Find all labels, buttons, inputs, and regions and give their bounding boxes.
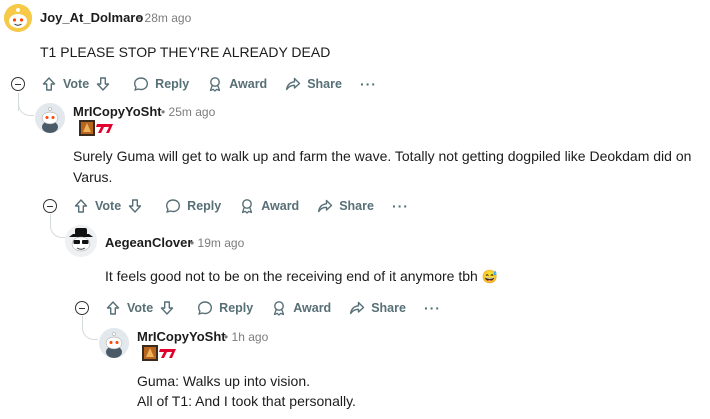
award-button[interactable]: Award [239,198,299,214]
snoo-avatar-icon [35,103,65,133]
share-button[interactable]: Share [285,76,342,92]
comment-author[interactable]: MrICopyYoSht [73,104,162,119]
award-icon [242,199,253,214]
comment-actions: Vote Reply Award Share ··· [41,72,377,96]
reply-label: Reply [155,77,190,91]
comment-body: T1 PLEASE STOP THEY'RE ALREADY DEAD [40,44,331,60]
avatar[interactable] [65,225,97,257]
upvote-icon[interactable] [73,198,89,214]
collapse-thread-button[interactable] [11,77,25,91]
reply-icon [166,199,181,214]
downvote-icon[interactable] [127,198,143,214]
reply-button[interactable]: Reply [133,76,189,92]
share-label: Share [371,301,406,315]
thread-curve-2 [50,222,66,238]
user-flair [79,120,119,136]
thread-curve-3 [82,324,98,340]
downvote-icon[interactable] [95,76,111,92]
share-icon [286,77,301,91]
comment-author[interactable]: Joy_At_Dolmaro [40,10,143,25]
reply-button[interactable]: Reply [197,300,253,316]
comment-timestamp: • 25m ago [161,105,216,119]
award-label: Award [229,77,268,91]
award-button[interactable]: Award [271,300,331,316]
award-icon [274,301,285,316]
share-icon [350,301,365,315]
comment-author[interactable]: AegeanClover [105,235,192,250]
comment-timestamp: • 28m ago [137,11,192,25]
share-button[interactable]: Share [349,300,406,316]
comment-body-line: Guma: Walks up into vision. [137,373,310,389]
user-flair [142,345,182,361]
avatar[interactable] [99,328,129,358]
comment-body: Surely Guma will get to walk up and farm… [73,148,692,185]
comment-author[interactable]: MrICopyYoSht [137,329,226,344]
snoo-avatar-icon [65,225,97,257]
more-options-button[interactable]: ··· [424,300,441,316]
more-options-button[interactable]: ··· [392,198,409,214]
downvote-icon[interactable] [159,300,175,316]
vote-group: Vote [73,198,143,214]
reply-button[interactable]: Reply [165,198,221,214]
snoo-avatar-icon [4,4,32,32]
award-label: Award [293,301,332,315]
vote-label: Vote [63,77,90,91]
award-label: Award [261,199,300,213]
vote-label: Vote [127,301,154,315]
avatar[interactable] [4,4,32,32]
comment-actions: Vote Reply Award Share ··· [73,194,409,218]
more-options-button[interactable]: ··· [360,76,377,92]
comment-text: It feels good not to be on the receiving… [105,268,478,284]
t1-flair-icon [79,120,113,136]
award-icon [210,77,221,92]
t1-flair-icon [142,345,176,361]
upvote-icon[interactable] [41,76,57,92]
upvote-icon[interactable] [105,300,121,316]
avatar[interactable] [35,103,65,133]
sweat-smile-emoji-icon: 😅 [481,269,498,284]
reply-icon [134,77,149,92]
share-label: Share [339,199,374,213]
comment-body: It feels good not to be on the receiving… [105,266,498,287]
share-label: Share [307,77,342,91]
thread-curve-1 [18,100,34,116]
comment-actions: Vote Reply Award Share ··· [105,296,441,320]
reply-icon [198,301,213,316]
share-icon [318,199,333,213]
vote-group: Vote [41,76,111,92]
collapse-thread-button[interactable] [75,301,89,315]
share-button[interactable]: Share [317,198,374,214]
snoo-avatar-icon [99,328,129,358]
vote-group: Vote [105,300,175,316]
reply-label: Reply [219,301,254,315]
comment-timestamp: • 19m ago [190,236,245,250]
reply-label: Reply [187,199,222,213]
comment-body-line: All of T1: And I took that personally. [137,393,356,409]
comment-timestamp: • 1h ago [224,330,269,344]
collapse-thread-button[interactable] [43,199,57,213]
vote-label: Vote [95,199,122,213]
award-button[interactable]: Award [207,76,267,92]
